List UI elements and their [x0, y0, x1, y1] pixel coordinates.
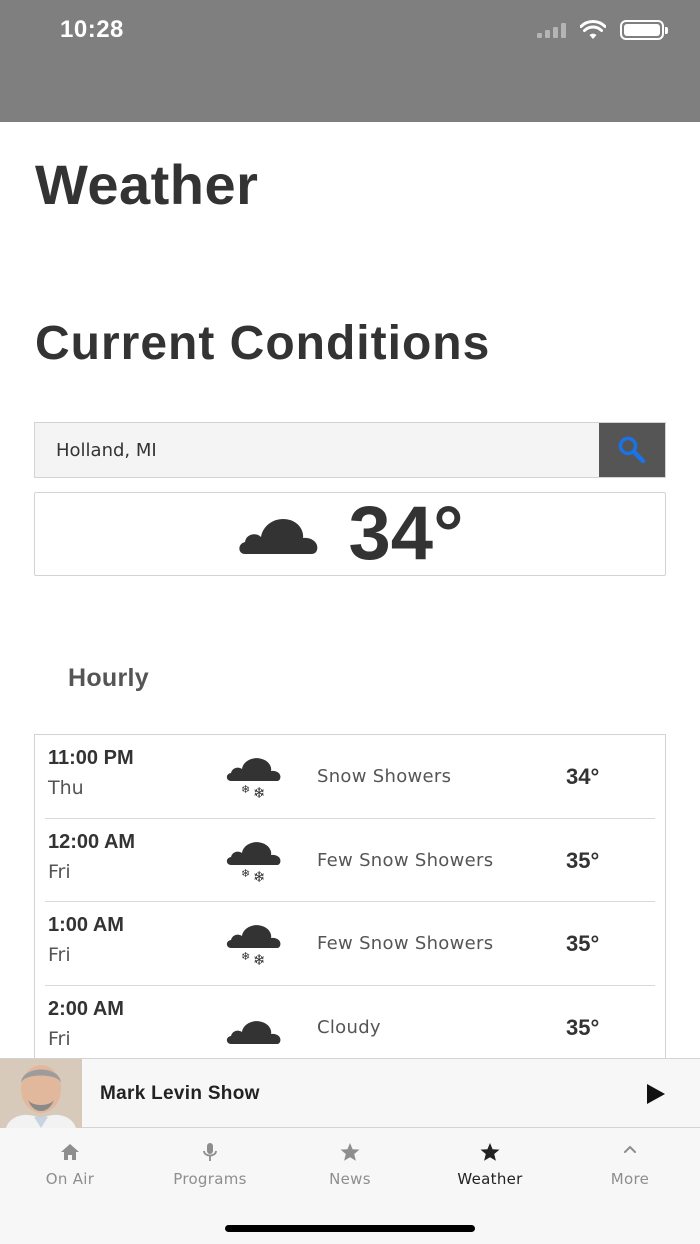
wifi-icon	[580, 20, 606, 39]
hourly-condition: Snow Showers	[317, 766, 452, 787]
hourly-time: 12:00 AM	[48, 830, 136, 853]
now-playing-title: Mark Levin Show	[100, 1083, 260, 1104]
hourly-temp: 35°	[566, 1014, 600, 1040]
tab-programs[interactable]: Programs	[140, 1128, 280, 1198]
hourly-list: 11:00 PM Thu ❄ ❄ Snow Showers 34° 12:00 …	[34, 734, 666, 1064]
hourly-day: Thu	[48, 777, 84, 799]
chevron-up-icon	[624, 1145, 636, 1153]
status-bar: 10:28	[0, 0, 700, 122]
star-icon	[340, 1143, 360, 1161]
play-icon[interactable]	[646, 1083, 666, 1105]
star-icon	[480, 1143, 500, 1161]
hourly-row: 1:00 AM Fri ❄ ❄ Few Snow Showers 35°	[45, 902, 655, 986]
now-playing-bar[interactable]: Mark Levin Show	[0, 1058, 700, 1128]
snow-showers-icon: ❄ ❄	[226, 758, 281, 799]
current-temperature: 34°	[348, 491, 464, 576]
current-conditions-heading: Current Conditions	[35, 317, 491, 370]
cloud-icon	[238, 518, 317, 554]
current-conditions-card: 34°	[34, 492, 666, 576]
show-host-photo	[0, 1059, 82, 1128]
svg-text:❄: ❄	[241, 950, 250, 963]
home-indicator	[225, 1225, 475, 1232]
hourly-condition: Few Snow Showers	[317, 933, 494, 954]
tab-weather[interactable]: Weather	[420, 1128, 560, 1198]
svg-text:❄: ❄	[253, 868, 266, 883]
tab-label: Weather	[457, 1170, 523, 1188]
hourly-row: 2:00 AM Fri Cloudy 35°	[45, 986, 655, 1065]
hourly-heading: Hourly	[68, 664, 149, 692]
tab-on-air[interactable]: On Air	[0, 1128, 140, 1198]
hourly-day: Fri	[48, 944, 71, 966]
page-title: Weather	[35, 153, 259, 216]
snow-showers-icon: ❄ ❄	[226, 925, 281, 966]
hourly-temp: 34°	[566, 764, 600, 789]
home-icon	[61, 1144, 79, 1160]
hourly-time: 2:00 AM	[48, 997, 124, 1020]
svg-text:❄: ❄	[253, 784, 266, 799]
tab-more[interactable]: More	[560, 1128, 700, 1198]
snow-showers-icon: ❄ ❄	[226, 841, 281, 883]
tab-label: News	[329, 1170, 371, 1188]
hourly-condition: Cloudy	[317, 1016, 381, 1038]
hourly-time: 1:00 AM	[48, 914, 124, 936]
tab-label: Programs	[173, 1170, 247, 1188]
battery-icon	[620, 20, 668, 40]
hourly-day: Fri	[48, 1027, 71, 1050]
hourly-temp: 35°	[566, 931, 600, 956]
hourly-day: Fri	[48, 860, 71, 883]
svg-text:❄: ❄	[241, 783, 250, 796]
microphone-icon	[203, 1143, 217, 1161]
cloud-icon	[226, 1020, 281, 1044]
status-time: 10:28	[60, 16, 124, 43]
location-search-input[interactable]	[35, 423, 599, 477]
cellular-signal-icon	[537, 22, 566, 38]
hourly-row: 12:00 AM Fri ❄ ❄ Few Snow Showers 35°	[45, 819, 655, 902]
tab-label: On Air	[45, 1170, 95, 1188]
search-button[interactable]	[599, 423, 665, 477]
hourly-time: 11:00 PM	[48, 747, 134, 769]
hourly-temp: 35°	[566, 847, 600, 873]
search-icon	[618, 436, 646, 464]
tab-label: More	[610, 1170, 650, 1188]
hourly-row: 11:00 PM Thu ❄ ❄ Snow Showers 34°	[45, 735, 655, 819]
status-icons	[537, 20, 668, 40]
svg-text:❄: ❄	[241, 867, 250, 880]
location-search	[34, 422, 666, 478]
hourly-condition: Few Snow Showers	[317, 849, 494, 871]
tab-news[interactable]: News	[280, 1128, 420, 1198]
svg-text:❄: ❄	[253, 951, 266, 966]
